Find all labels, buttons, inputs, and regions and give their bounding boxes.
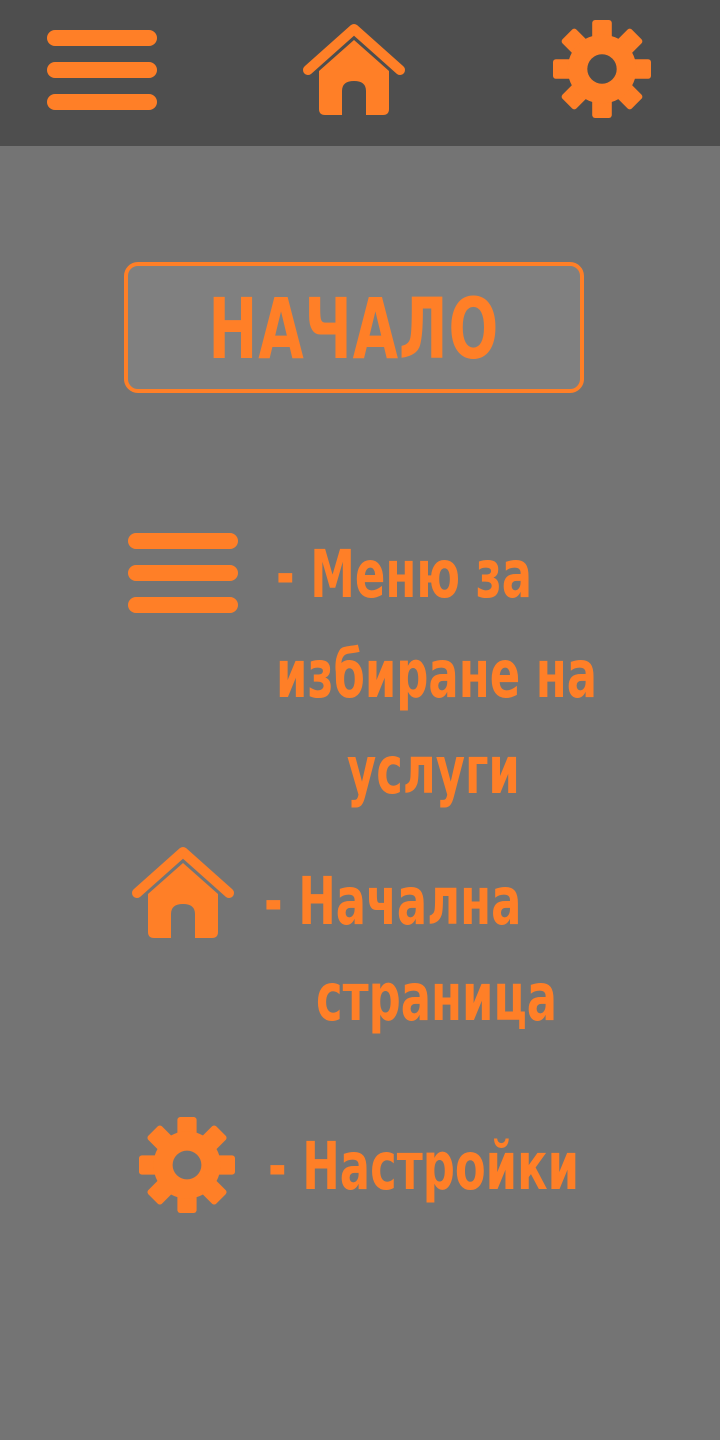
legend-home-line-2: страница: [316, 959, 558, 1036]
legend-home-line-1: - Начална: [264, 863, 522, 940]
top-nav-bar: [0, 0, 720, 146]
home-icon: [131, 846, 235, 938]
legend-menu-line-1: - Меню за: [276, 536, 532, 613]
legend-settings-line-1: - Настройки: [268, 1128, 580, 1205]
gear-icon[interactable]: [550, 20, 654, 118]
gear-icon: [134, 1117, 240, 1213]
home-icon[interactable]: [302, 23, 406, 115]
page-title: НАЧАЛО: [208, 279, 500, 378]
page-title-box: НАЧАЛО: [124, 262, 584, 393]
legend-menu-line-3: услуги: [347, 732, 520, 809]
hamburger-menu-icon[interactable]: [47, 30, 157, 110]
hamburger-menu-icon: [128, 533, 238, 613]
legend-menu-line-2: избиране на: [276, 636, 598, 713]
